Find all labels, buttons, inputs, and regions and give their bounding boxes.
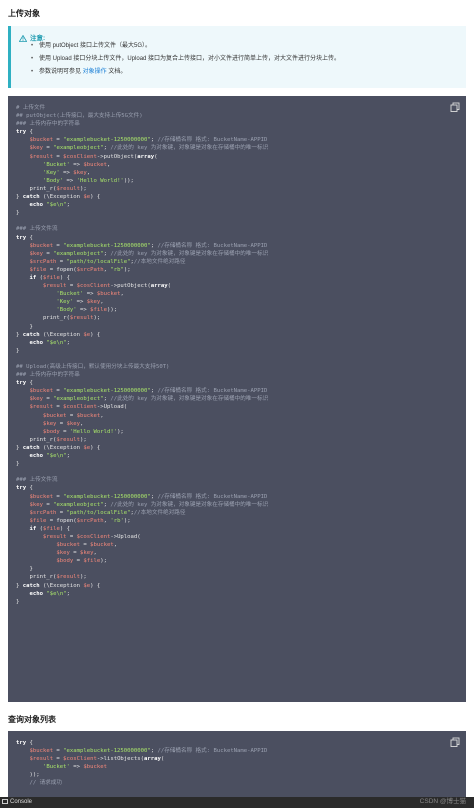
note-item: 使用 putObject 接口上传文件（最大5G）。 (31, 40, 461, 53)
copy-icon[interactable] (450, 737, 460, 747)
copy-icon[interactable] (450, 102, 460, 112)
note-box: 注意: 使用 putObject 接口上传文件（最大5G）。 使用 Upload… (8, 26, 466, 88)
section-title-upload-object: 上传对象 (8, 9, 40, 18)
console-bar[interactable]: Console (0, 797, 474, 808)
code-block-list-objects: try { $bucket = "examplebucket-125000000… (8, 731, 466, 797)
object-operations-link[interactable]: 对象操作 (83, 69, 107, 75)
note-item-text: 参数说明可参见 (39, 69, 83, 75)
code-text: # 上传文件 ## putObject(上传接口，最大支持上传5G文件) ###… (16, 105, 269, 605)
section-title-list-objects: 查询对象列表 (8, 715, 56, 724)
console-icon (2, 798, 8, 804)
console-tab[interactable]: Console (2, 797, 32, 808)
note-item-text: 使用 Upload 接口分块上传文件，Upload 接口为复合上传接口，对小文件… (39, 56, 341, 62)
code-text: try { $bucket = "examplebucket-125000000… (16, 740, 268, 787)
note-list: 使用 putObject 接口上传文件（最大5G）。 使用 Upload 接口分… (31, 40, 461, 79)
watermark: CSDN @博士猫 (419, 798, 466, 805)
warning-icon (18, 34, 28, 42)
note-item: 参数说明可参见 对象操作 文档。 (31, 66, 461, 79)
console-label: Console (10, 799, 33, 805)
note-item: 使用 Upload 接口分块上传文件，Upload 接口为复合上传接口，对小文件… (31, 53, 461, 66)
note-item-text: 文档。 (106, 69, 127, 75)
code-block-upload: # 上传文件 ## putObject(上传接口，最大支持上传5G文件) ###… (8, 96, 466, 702)
note-item-text: 使用 putObject 接口上传文件（最大5G）。 (39, 43, 152, 49)
